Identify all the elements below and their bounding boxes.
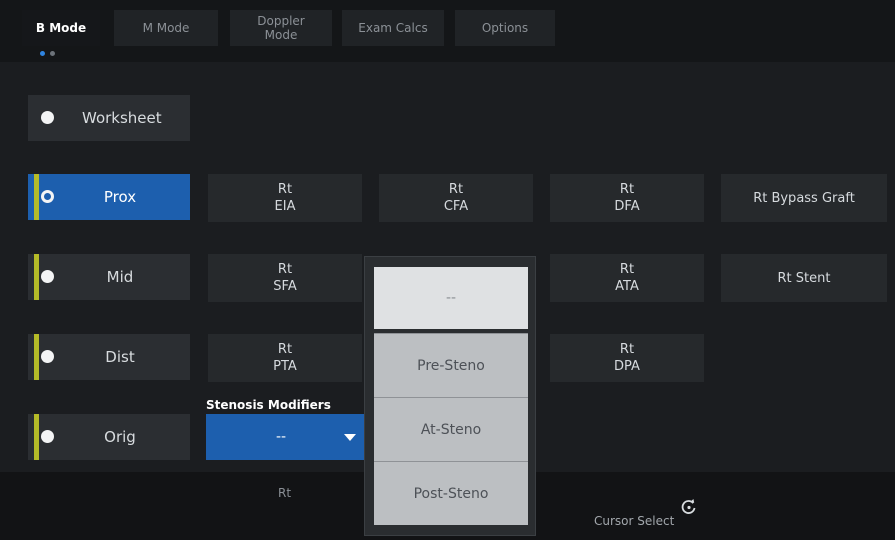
vessel-label: Rt Stent — [777, 270, 831, 286]
cursor-select-label[interactable]: Cursor Select — [594, 514, 674, 528]
side-label: Rt — [277, 262, 293, 277]
tab-m-mode[interactable]: M Mode — [114, 10, 218, 46]
rt-stent-button[interactable]: Rt Stent — [721, 254, 887, 302]
dropdown-option-at-steno[interactable]: At-Steno — [374, 397, 528, 461]
tab-b-mode[interactable]: B Mode — [22, 10, 100, 56]
stenosis-modifiers-select[interactable]: -- — [206, 414, 366, 460]
vessel-label: ATA — [615, 279, 639, 294]
tab-label: M Mode — [142, 21, 190, 35]
rt-eia-button[interactable]: Rt EIA — [208, 174, 362, 222]
tab-label: Exam Calcs — [358, 21, 428, 35]
vessel-label: PTA — [273, 359, 297, 374]
rt-ata-button[interactable]: Rt ATA — [550, 254, 704, 302]
stenosis-selected-value: -- — [275, 429, 287, 445]
selection-accent-bar — [34, 254, 39, 300]
rt-bypass-graft-button[interactable]: Rt Bypass Graft — [721, 174, 887, 222]
vessel-label: DPA — [614, 359, 640, 374]
rotate-knob-icon[interactable] — [680, 498, 698, 516]
side-label: Rt — [277, 182, 293, 197]
stenosis-dropdown-list: -- Pre-Steno At-Steno Post-Steno — [364, 256, 536, 536]
selection-accent-bar — [34, 174, 39, 220]
selection-accent-bar — [34, 334, 39, 380]
tab-exam-calcs[interactable]: Exam Calcs — [342, 10, 444, 46]
rt-sfa-button[interactable]: Rt SFA — [208, 254, 362, 302]
chevron-down-icon — [344, 434, 356, 441]
mid-button[interactable]: Mid — [28, 254, 190, 300]
stenosis-modifiers-label: Stenosis Modifiers — [206, 398, 331, 412]
dropdown-option-post-steno[interactable]: Post-Steno — [374, 461, 528, 525]
side-label: Rt — [619, 262, 635, 277]
orig-button[interactable]: Orig — [28, 414, 190, 460]
rt-dfa-button[interactable]: Rt DFA — [550, 174, 704, 222]
side-label: Rt — [448, 182, 464, 197]
vessel-label: Rt Bypass Graft — [753, 190, 855, 206]
dropdown-option-none[interactable]: -- — [374, 267, 528, 329]
page-dot — [50, 51, 55, 56]
side-label: Rt — [619, 182, 635, 197]
radio-button-icon — [41, 430, 54, 443]
page-dot-active — [40, 51, 45, 56]
tab-label: Doppler Mode — [257, 14, 305, 42]
tab-doppler-mode[interactable]: Doppler Mode — [230, 10, 332, 46]
rt-cfa-button[interactable]: Rt CFA — [379, 174, 533, 222]
prox-button[interactable]: Prox — [28, 174, 190, 220]
radio-button-icon — [41, 111, 54, 124]
vessel-label: EIA — [274, 199, 296, 214]
vessel-label: SFA — [273, 279, 297, 294]
tab-label: B Mode — [35, 21, 87, 35]
side-label: Rt — [619, 342, 635, 357]
bottom-rt-label[interactable]: Rt — [278, 486, 291, 500]
mode-tab-bar: B Mode M Mode Doppler Mode Exam Calcs Op… — [0, 0, 895, 62]
radio-button-icon — [41, 190, 54, 203]
radio-button-icon — [41, 350, 54, 363]
vessel-label: CFA — [443, 199, 469, 214]
side-label: Rt — [277, 342, 293, 357]
vessel-label: DFA — [614, 199, 640, 214]
radio-button-icon — [41, 270, 54, 283]
rt-dpa-button[interactable]: Rt DPA — [550, 334, 704, 382]
tab-label: Options — [481, 21, 529, 35]
worksheet-button[interactable]: Worksheet — [28, 95, 190, 141]
selection-accent-bar — [34, 414, 39, 460]
dist-button[interactable]: Dist — [28, 334, 190, 380]
ultrasound-touch-panel: B Mode M Mode Doppler Mode Exam Calcs Op… — [0, 0, 895, 540]
dropdown-option-pre-steno[interactable]: Pre-Steno — [374, 333, 528, 397]
page-indicator — [40, 51, 55, 56]
rt-pta-button[interactable]: Rt PTA — [208, 334, 362, 382]
tab-options[interactable]: Options — [455, 10, 555, 46]
